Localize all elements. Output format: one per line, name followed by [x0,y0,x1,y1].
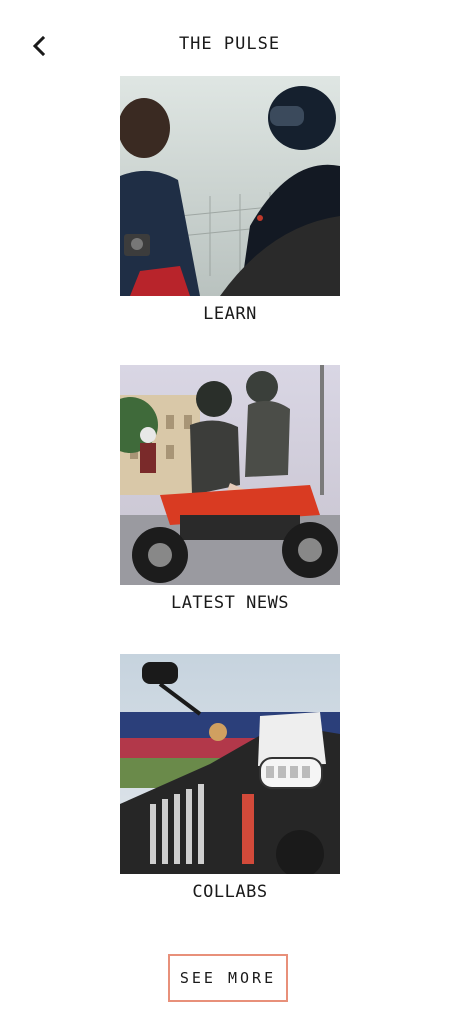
card-label: LEARN [203,304,257,324]
card-learn[interactable]: LEARN [120,76,340,324]
page-title: THE PULSE [178,34,281,54]
learn-image[interactable] [120,76,340,296]
card-latest-news[interactable]: LATEST NEWS [120,365,340,613]
latest-news-image[interactable] [120,365,340,585]
card-label: COLLABS [192,882,268,902]
card-label: LATEST NEWS [170,593,290,613]
collabs-image[interactable] [120,654,340,874]
see-more-button[interactable]: SEE MORE [168,954,288,1002]
card-collabs[interactable]: COLLABS [120,654,340,902]
